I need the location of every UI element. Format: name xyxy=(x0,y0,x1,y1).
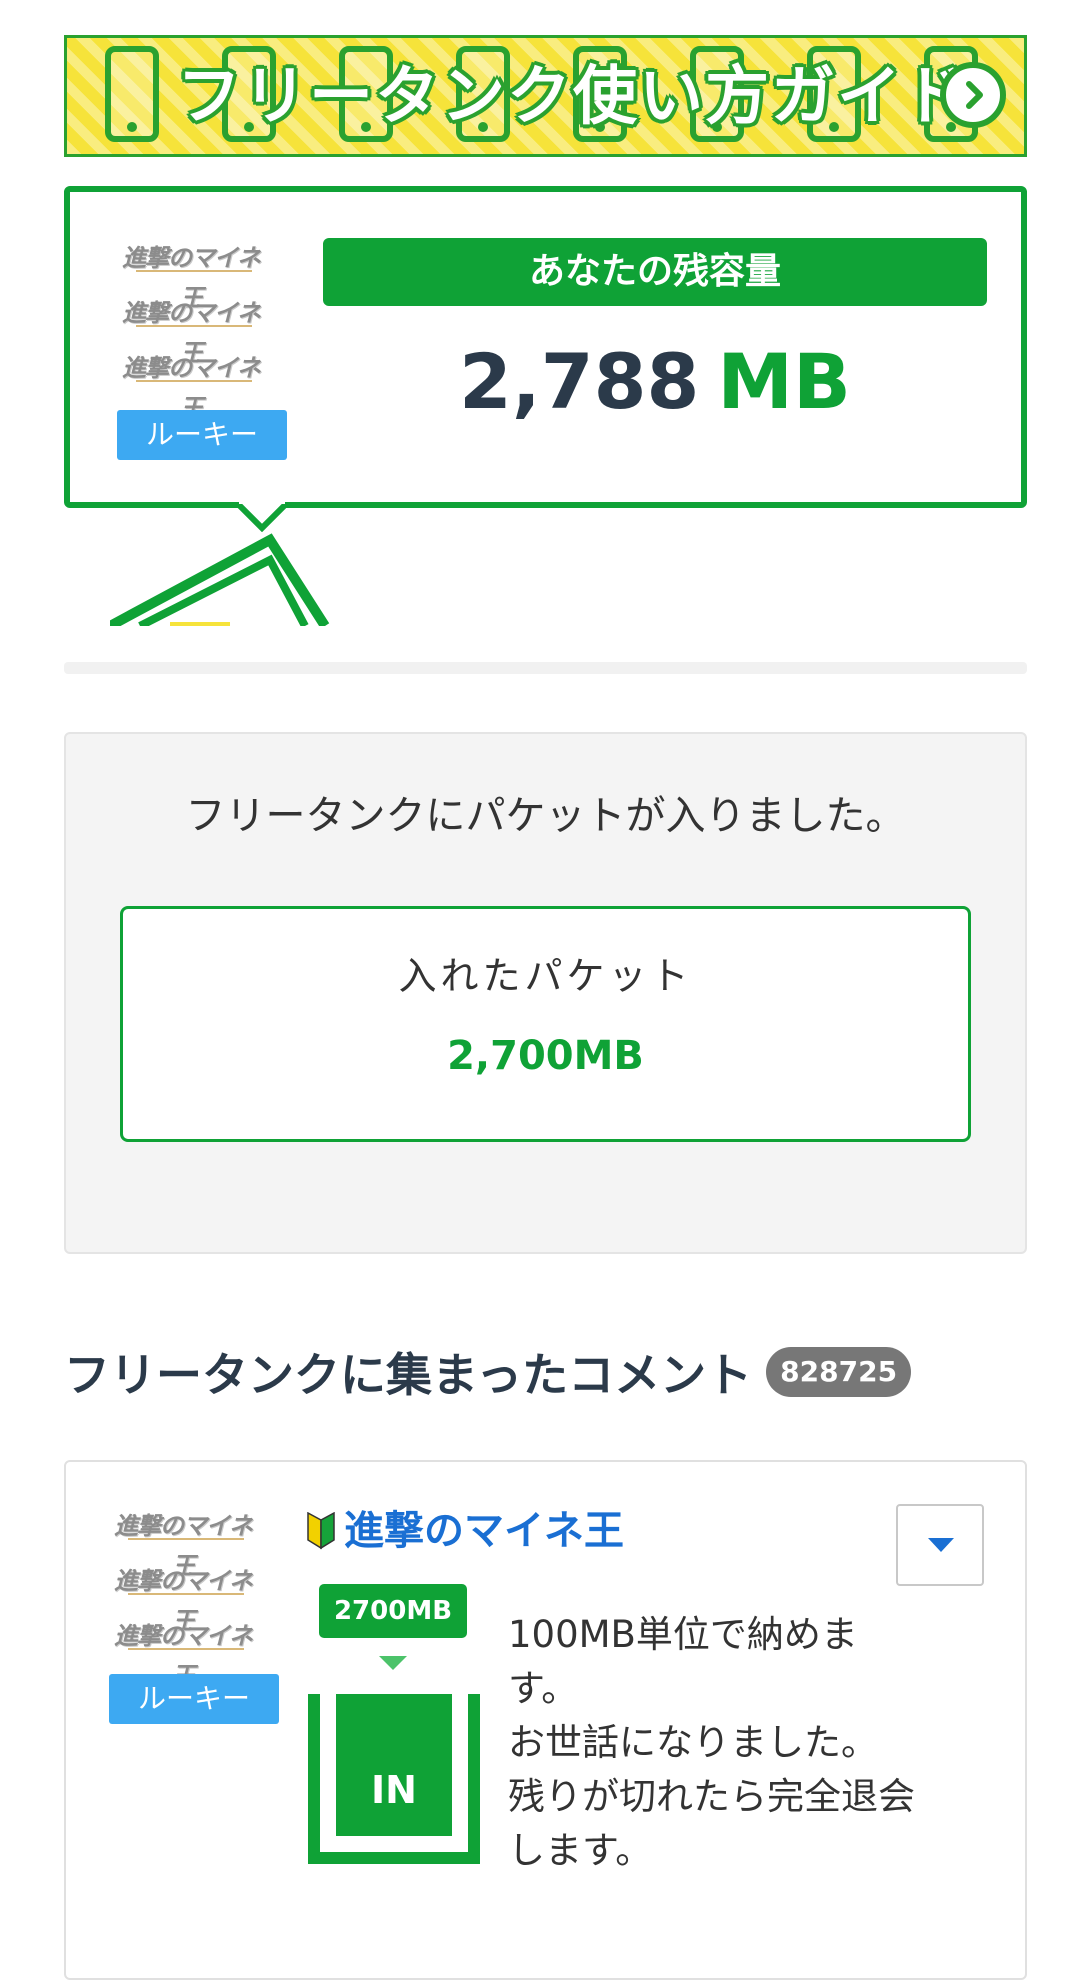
in-label: IN xyxy=(371,1768,417,1812)
caret-down-icon xyxy=(928,1538,954,1552)
comments-heading: フリータンクに集まったコメント 828725 xyxy=(64,1342,912,1402)
comments-count-badge: 828725 xyxy=(766,1347,912,1397)
comment-menu-button[interactable] xyxy=(896,1504,984,1586)
remaining-capacity-card: 進撃のマイネ王 進撃のマイネ王 進撃のマイネ王 ルーキー あなたの残容量 2,7… xyxy=(64,186,1027,508)
chevron-right-icon[interactable] xyxy=(940,62,1006,128)
down-arrow-icon xyxy=(379,1656,407,1670)
capacity-value: 2,788 MB xyxy=(323,332,987,432)
packet-label: 入れたパケット xyxy=(398,954,693,998)
rank-badge: ルーキー xyxy=(109,1674,279,1724)
capacity-number: 2,788 xyxy=(459,337,700,426)
packet-notice: フリータンクにパケットが入りました。 入れたパケット 2,700MB xyxy=(64,732,1027,1254)
rank-badge: ルーキー xyxy=(117,410,287,460)
avatar-logo-line: 進撃のマイネ王 xyxy=(116,238,266,312)
tank-in-graphic: IN xyxy=(308,1694,480,1864)
capacity-label: あなたの残容量 xyxy=(323,238,987,306)
avatar-logo-line: 進撃のマイネ王 xyxy=(116,348,266,422)
section-divider xyxy=(64,662,1027,674)
banner-title: フリータンク使い方ガイド xyxy=(177,60,969,134)
comments-title: フリータンクに集まったコメント xyxy=(64,1348,753,1402)
phone-icon xyxy=(105,46,159,142)
beginner-mark-icon xyxy=(307,1512,335,1550)
notice-message: フリータンクにパケットが入りました。 xyxy=(185,793,906,839)
comment-text: 100MB単位で納めま す。 お世話になりました。 残りが切れたら完全退会 しま… xyxy=(508,1613,915,1872)
packet-value: 2,700MB xyxy=(447,1033,644,1079)
avatar-logo-line: 進撃のマイネ王 xyxy=(116,293,266,367)
user-avatar: 進撃のマイネ王 進撃のマイネ王 進撃のマイネ王 xyxy=(116,238,266,422)
avatar-logo-line: 進撃のマイネ王 xyxy=(108,1506,258,1580)
avatar-logo-line: 進撃のマイネ王 xyxy=(108,1561,258,1635)
guide-banner[interactable]: フリータンク使い方ガイド xyxy=(64,35,1027,157)
speech-bubble-tail xyxy=(236,502,288,532)
packet-summary-box: 入れたパケット 2,700MB xyxy=(120,906,971,1142)
avatar-logo-line: 進撃のマイネ王 xyxy=(108,1616,258,1690)
tank-roof-decoration xyxy=(110,533,330,626)
packet-amount-tag: 2700MB xyxy=(319,1584,467,1638)
capacity-unit: MB xyxy=(717,337,851,426)
comment-card: 進撃のマイネ王 進撃のマイネ王 進撃のマイネ王 ルーキー 進撃のマイネ王 270… xyxy=(64,1460,1027,1980)
comment-avatar[interactable]: 進撃のマイネ王 進撃のマイネ王 進撃のマイネ王 xyxy=(108,1506,258,1690)
comment-username[interactable]: 進撃のマイネ王 xyxy=(344,1498,624,1556)
